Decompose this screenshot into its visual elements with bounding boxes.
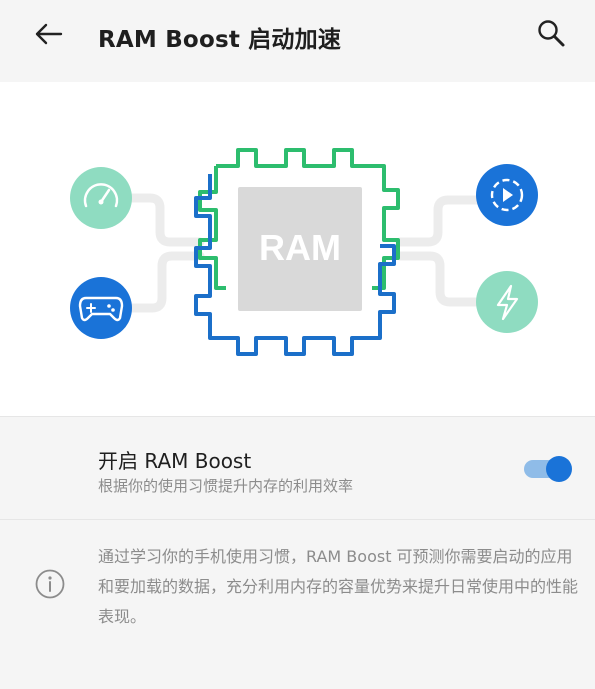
- page-title: RAM Boost 启动加速: [98, 27, 342, 53]
- speedometer-icon: [70, 167, 132, 229]
- toggle-title: 开启 RAM Boost: [98, 449, 252, 473]
- back-button[interactable]: [28, 16, 68, 52]
- info-section: 通过学习你的手机使用习惯，RAM Boost 可预测你需要启动的应用和要加载的数…: [0, 520, 595, 689]
- play-circle-icon: [476, 164, 538, 226]
- lightning-icon: [476, 271, 538, 333]
- ram-boost-illustration: RAM: [0, 82, 595, 416]
- switch-knob: [546, 456, 572, 482]
- info-description: 通过学习你的手机使用习惯，RAM Boost 可预测你需要启动的应用和要加载的数…: [98, 547, 579, 626]
- ram-boost-switch[interactable]: [524, 453, 572, 483]
- search-button[interactable]: [530, 12, 574, 56]
- gamepad-icon: [70, 277, 132, 339]
- top-bar: RAM Boost 启动加速: [0, 0, 595, 82]
- search-icon: [538, 20, 565, 47]
- ram-label: RAM: [259, 227, 341, 268]
- info-icon: [35, 569, 65, 599]
- arrow-left-icon: [35, 23, 63, 45]
- ram-boost-toggle-row[interactable]: 开启 RAM Boost 根据你的使用习惯提升内存的利用效率: [0, 417, 595, 519]
- toggle-subtitle: 根据你的使用习惯提升内存的利用效率: [98, 477, 354, 495]
